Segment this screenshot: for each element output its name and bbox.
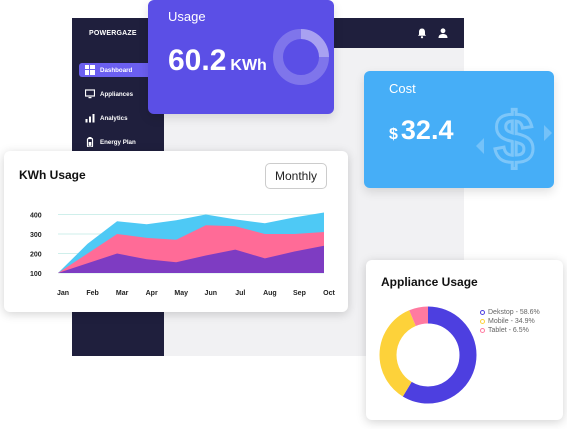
legend-marker [480,328,485,333]
bar-chart-icon [85,113,95,123]
legend-marker [480,310,485,315]
cost-card: Cost $32.4 $ [364,71,554,188]
usage-value: 60.2 KWh [168,44,267,78]
app-logo: POWERGAZE [89,30,137,37]
dashboard-illustration: { "app": { "logo": "POWERGAZE", "nav": [… [0,0,567,429]
y-tick-label: 100 [30,271,42,278]
sidebar-item-dashboard[interactable]: Dashboard [79,63,156,77]
battery-icon [85,137,95,147]
cost-title: Cost [389,81,416,96]
legend-label: Dekstop - 58.6% [488,309,540,316]
cost-value: $32.4 [389,115,453,146]
sidebar-item-label: Appliances [100,90,134,98]
kwh-usage-title: KWh Usage [19,168,86,182]
x-tick-label: Sep [293,290,306,297]
sidebar-item-energy-plan[interactable]: Energy Plan [79,135,156,149]
sidebar-item-appliances[interactable]: Appliances [79,87,156,101]
cost-currency: $ [389,126,398,143]
sidebar-item-label: Analytics [100,114,128,122]
x-tick-label: May [174,290,188,297]
legend-item: Tablet - 6.5% [480,326,540,335]
ring-icon [273,29,329,85]
x-tick-label: Jun [205,290,217,297]
usage-card: Usage 60.2 KWh [148,0,334,114]
appliance-usage-title: Appliance Usage [381,275,478,289]
y-tick-label: 200 [30,252,42,259]
legend-marker [480,319,485,324]
usage-number: 60.2 [168,44,227,77]
cost-number: 32.4 [400,115,454,145]
kwh-usage-card: 100 200 300 400 Jan Feb Mar Apr May Jun Jul Aug Sep O… [4,151,348,312]
y-tick-label: 300 [30,232,42,239]
legend-label: Mobile - 34.9% [488,318,535,325]
period-select-button[interactable]: Monthly [265,163,327,189]
x-tick-label: Feb [86,290,98,297]
appliance-legend: Dekstop - 58.6% Mobile - 34.9% Tablet - 6.… [480,308,540,335]
x-tick-label: Mar [116,290,129,297]
legend-label: Tablet - 6.5% [488,327,529,334]
sidebar-item-label: Energy Plan [100,138,136,146]
legend-item: Mobile - 34.9% [480,317,540,326]
x-tick-label: Jul [235,290,245,297]
x-tick-label: Aug [263,290,277,297]
dollar-icon: $ [476,98,552,181]
usage-title: Usage [168,9,206,24]
x-tick-label: Oct [323,290,335,297]
y-tick-label: 400 [30,213,42,220]
sidebar-item-label: Dashboard [100,66,133,74]
monitor-icon [85,89,95,99]
x-tick-label: Apr [146,290,158,297]
bell-icon[interactable] [416,26,428,39]
dashboard-icon [85,65,95,75]
user-icon[interactable] [437,26,449,38]
sidebar-item-analytics[interactable]: Analytics [79,111,156,125]
appliance-usage-card: Appliance Usage Dekstop - 58.6% Mobile - … [366,260,563,420]
svg-text:$: $ [494,99,534,179]
legend-item: Dekstop - 58.6% [480,308,540,317]
usage-unit: KWh [230,57,267,74]
x-tick-label: Jan [57,290,69,297]
